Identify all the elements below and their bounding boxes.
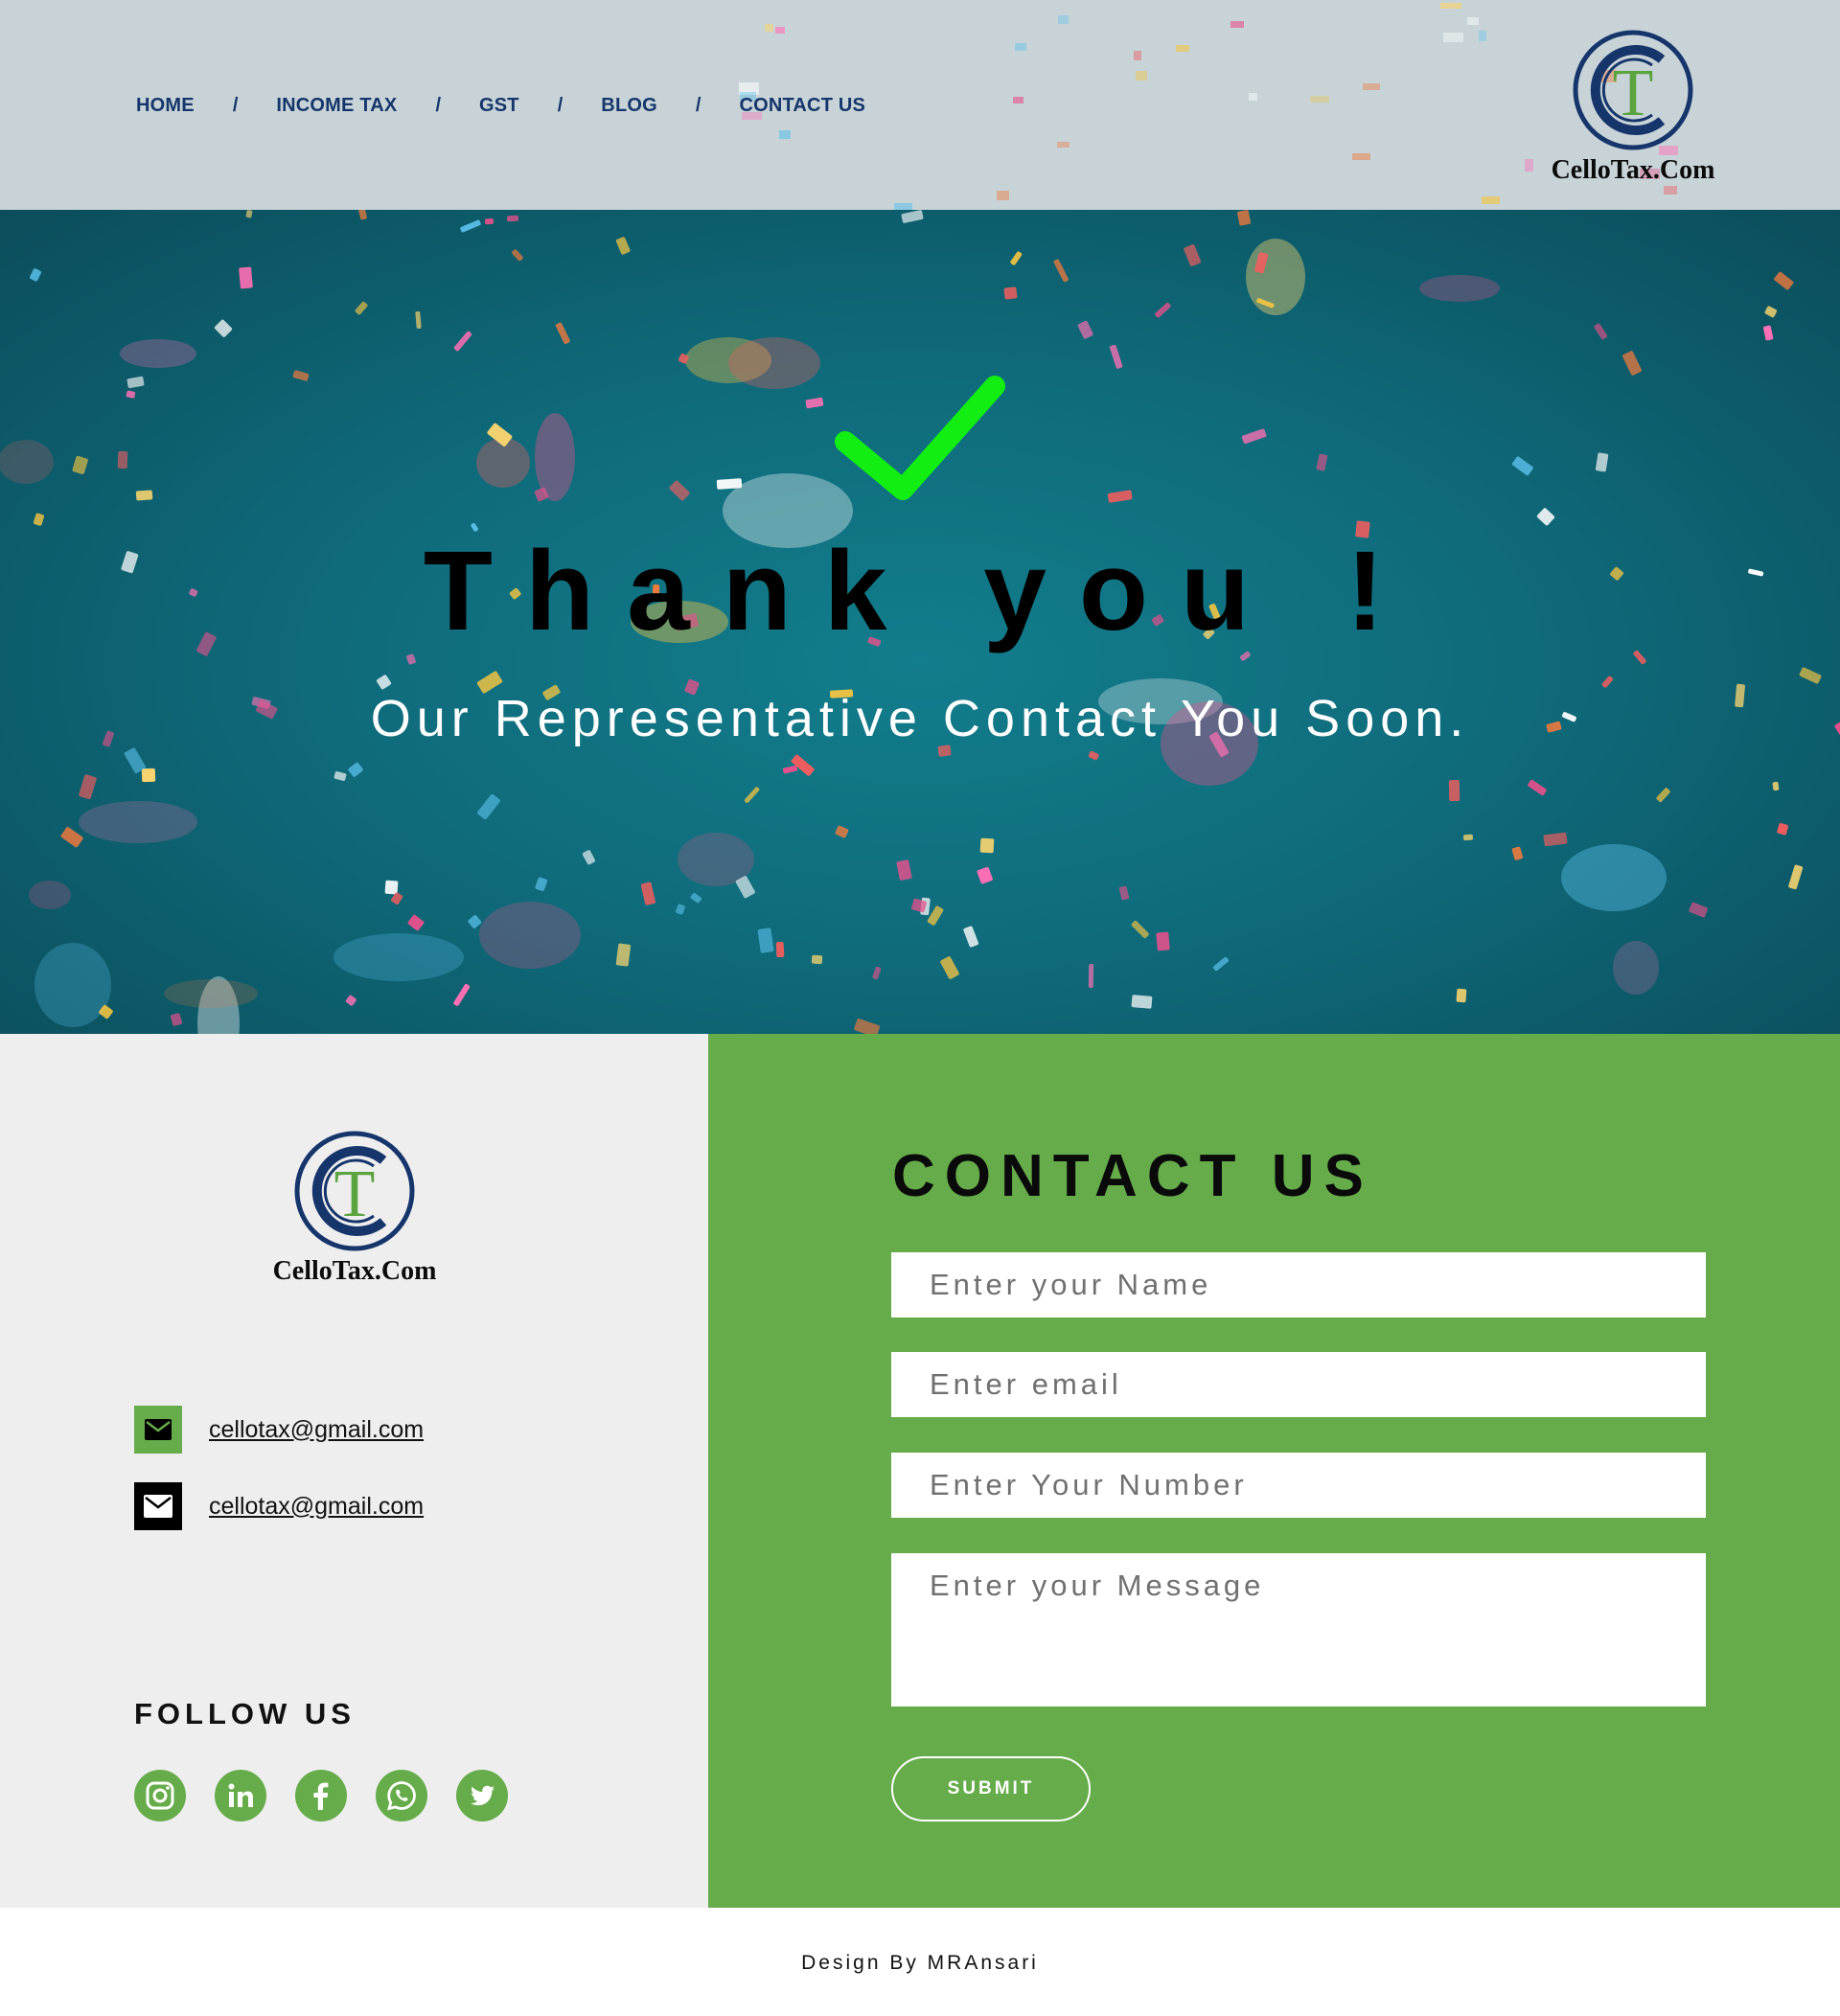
nav-separator: / <box>232 94 239 116</box>
contact-email-row: cellotax@gmail.com <box>134 1482 424 1530</box>
email-input[interactable] <box>891 1352 1706 1417</box>
twitter-icon[interactable] <box>456 1770 508 1821</box>
site-header: HOME / INCOME TAX / GST / BLOG / CONTACT… <box>0 0 1840 210</box>
thank-you-heading: Thank you ! <box>423 528 1417 654</box>
header-logo[interactable]: T CelloTax.Com <box>1547 27 1719 186</box>
name-input[interactable] <box>891 1252 1706 1317</box>
number-input[interactable] <box>891 1453 1706 1518</box>
nav-gst[interactable]: GST <box>479 95 519 117</box>
follow-us-heading: FOLLOW US <box>134 1697 356 1730</box>
design-credit: Design By MRAnsari <box>801 1952 1039 1974</box>
submit-button[interactable]: SUBMIT <box>891 1756 1091 1821</box>
nav-blog[interactable]: BLOG <box>601 95 657 117</box>
logo-monogram: T <box>294 1131 415 1251</box>
contact-form-panel: CONTACT US SUBMIT <box>708 1034 1840 1908</box>
whatsapp-icon[interactable] <box>376 1770 427 1821</box>
instagram-icon[interactable] <box>134 1770 186 1821</box>
facebook-icon[interactable] <box>295 1770 347 1821</box>
social-links <box>134 1770 508 1821</box>
contact-email-link[interactable]: cellotax@gmail.com <box>209 1416 424 1444</box>
svg-text:T: T <box>1613 57 1654 130</box>
nav-contact-us[interactable]: CONTACT US <box>739 95 865 117</box>
contact-email-row: cellotax@gmail.com <box>134 1406 424 1454</box>
nav-separator: / <box>695 94 702 116</box>
site-footer: Design By MRAnsari <box>0 1908 1840 2016</box>
logo-wordmark: CelloTax.Com <box>272 1256 437 1286</box>
linkedin-icon[interactable] <box>215 1770 266 1821</box>
check-icon <box>835 376 1005 500</box>
contact-email-link[interactable]: cellotax@gmail.com <box>209 1493 424 1521</box>
footer-logo: T CelloTax.Com <box>268 1128 441 1287</box>
contact-form-title: CONTACT US <box>892 1143 1373 1209</box>
message-input[interactable] <box>891 1553 1706 1707</box>
contact-info-panel: T CelloTax.Com cellotax@gmail.com cellot… <box>0 1034 708 1908</box>
logo-monogram: T <box>1573 30 1693 150</box>
nav-home[interactable]: HOME <box>136 95 195 117</box>
logo-wordmark: CelloTax.Com <box>1551 155 1715 185</box>
thank-you-subheading: Our Representative Contact You Soon. <box>370 690 1470 747</box>
nav-separator: / <box>435 94 442 116</box>
svg-text:T: T <box>334 1157 376 1231</box>
mail-icon <box>134 1406 182 1454</box>
thank-you-hero: Thank you ! Our Representative Contact Y… <box>0 210 1840 1034</box>
mail-icon <box>134 1482 182 1530</box>
nav-income-tax[interactable]: INCOME TAX <box>276 95 397 117</box>
main-nav: HOME / INCOME TAX / GST / BLOG / CONTACT… <box>136 92 865 119</box>
nav-separator: / <box>557 94 564 116</box>
